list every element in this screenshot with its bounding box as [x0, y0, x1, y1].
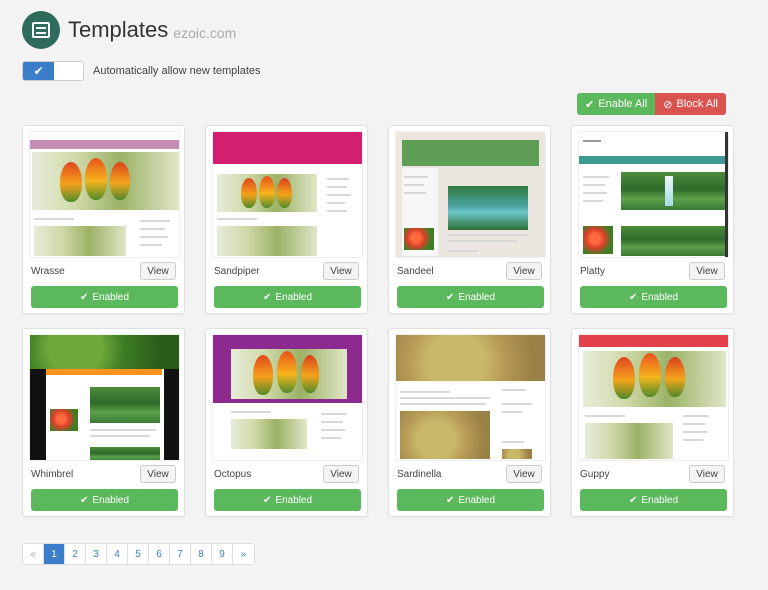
template-card: Sardinella View ✔ Enabled [388, 328, 551, 517]
enabled-toggle-button[interactable]: ✔ Enabled [397, 286, 544, 308]
check-icon: ✔ [262, 494, 272, 506]
check-icon: ✔ [262, 291, 272, 303]
page-button[interactable]: 2 [65, 544, 86, 564]
status-label: Enabled [641, 291, 679, 303]
enabled-toggle-button[interactable]: ✔ Enabled [31, 489, 178, 511]
view-button[interactable]: View [140, 465, 176, 483]
bulk-actions: ✔ Enable All ⊘ Block All [577, 93, 726, 115]
enabled-toggle-button[interactable]: ✔ Enabled [580, 286, 727, 308]
template-name: Guppy [580, 469, 610, 480]
template-thumbnail[interactable] [578, 131, 729, 258]
view-button[interactable]: View [506, 262, 542, 280]
template-thumbnail[interactable] [212, 131, 363, 258]
view-button[interactable]: View [323, 262, 359, 280]
server-icon [22, 11, 60, 49]
check-icon: ✔ [79, 494, 89, 506]
page-title: Templates [68, 17, 169, 42]
template-name: Sardinella [397, 469, 442, 480]
enabled-toggle-button[interactable]: ✔ Enabled [214, 286, 361, 308]
template-card: Guppy View ✔ Enabled [571, 328, 734, 517]
template-thumbnail[interactable] [395, 131, 546, 258]
page-button[interactable]: 8 [191, 544, 212, 564]
check-icon: ✔ [445, 494, 455, 506]
auto-allow-label: Automatically allow new templates [93, 65, 261, 77]
template-card: Whimbrel View ✔ Enabled [22, 328, 185, 517]
template-name: Octopus [214, 469, 252, 480]
enable-all-label: Enable All [598, 98, 648, 110]
check-icon: ✔ [79, 291, 89, 303]
status-label: Enabled [92, 494, 130, 506]
status-label: Enabled [92, 291, 130, 303]
template-thumbnail[interactable] [578, 334, 729, 461]
enabled-toggle-button[interactable]: ✔ Enabled [214, 489, 361, 511]
template-card: Platty View ✔ Enabled [571, 125, 734, 314]
block-all-button[interactable]: ⊘ Block All [655, 93, 726, 115]
status-label: Enabled [275, 291, 313, 303]
status-label: Enabled [458, 291, 496, 303]
auto-allow-row: ✔ Automatically allow new templates [22, 61, 261, 81]
next-page-button[interactable]: » [233, 544, 254, 564]
page-button[interactable]: 3 [86, 544, 107, 564]
template-name: Sandpiper [214, 266, 260, 277]
template-name: Whimbrel [31, 469, 74, 480]
template-thumbnail[interactable] [395, 334, 546, 461]
view-button[interactable]: View [140, 262, 176, 280]
check-icon: ✔ [23, 62, 54, 80]
auto-allow-toggle[interactable]: ✔ [22, 61, 84, 81]
status-label: Enabled [275, 494, 313, 506]
template-thumbnail[interactable] [212, 334, 363, 461]
view-button[interactable]: View [689, 465, 725, 483]
template-card: Octopus View ✔ Enabled [205, 328, 368, 517]
page-button[interactable]: 1 [44, 544, 65, 564]
template-card: Sandpiper View ✔ Enabled [205, 125, 368, 314]
page-header: Templates ezoic.com [22, 11, 236, 49]
template-name: Wrasse [31, 266, 65, 277]
template-card: Sandeel View ✔ Enabled [388, 125, 551, 314]
site-domain: ezoic.com [173, 24, 237, 41]
template-grid: Wrasse View ✔ Enabled Sandpiper View ✔ E… [22, 125, 738, 517]
check-icon: ✔ [628, 291, 638, 303]
template-thumbnail[interactable] [29, 334, 180, 461]
status-label: Enabled [641, 494, 679, 506]
page-button[interactable]: 9 [212, 544, 233, 564]
page-button[interactable]: 6 [149, 544, 170, 564]
pagination: « 1 2 3 4 5 6 7 8 9 » [22, 543, 255, 565]
check-icon: ✔ [585, 98, 595, 111]
enable-all-button[interactable]: ✔ Enable All [577, 93, 656, 115]
check-icon: ✔ [445, 291, 455, 303]
enabled-toggle-button[interactable]: ✔ Enabled [397, 489, 544, 511]
template-card: Wrasse View ✔ Enabled [22, 125, 185, 314]
template-name: Sandeel [397, 266, 434, 277]
ban-icon: ⊘ [663, 98, 673, 111]
view-button[interactable]: View [506, 465, 542, 483]
check-icon: ✔ [628, 494, 638, 506]
view-button[interactable]: View [323, 465, 359, 483]
view-button[interactable]: View [689, 262, 725, 280]
page-button[interactable]: 7 [170, 544, 191, 564]
template-thumbnail[interactable] [29, 131, 180, 258]
enabled-toggle-button[interactable]: ✔ Enabled [580, 489, 727, 511]
block-all-label: Block All [676, 98, 718, 110]
enabled-toggle-button[interactable]: ✔ Enabled [31, 286, 178, 308]
page-button[interactable]: 4 [107, 544, 128, 564]
template-name: Platty [580, 266, 606, 277]
status-label: Enabled [458, 494, 496, 506]
page-button[interactable]: 5 [128, 544, 149, 564]
prev-page-button[interactable]: « [23, 544, 44, 564]
